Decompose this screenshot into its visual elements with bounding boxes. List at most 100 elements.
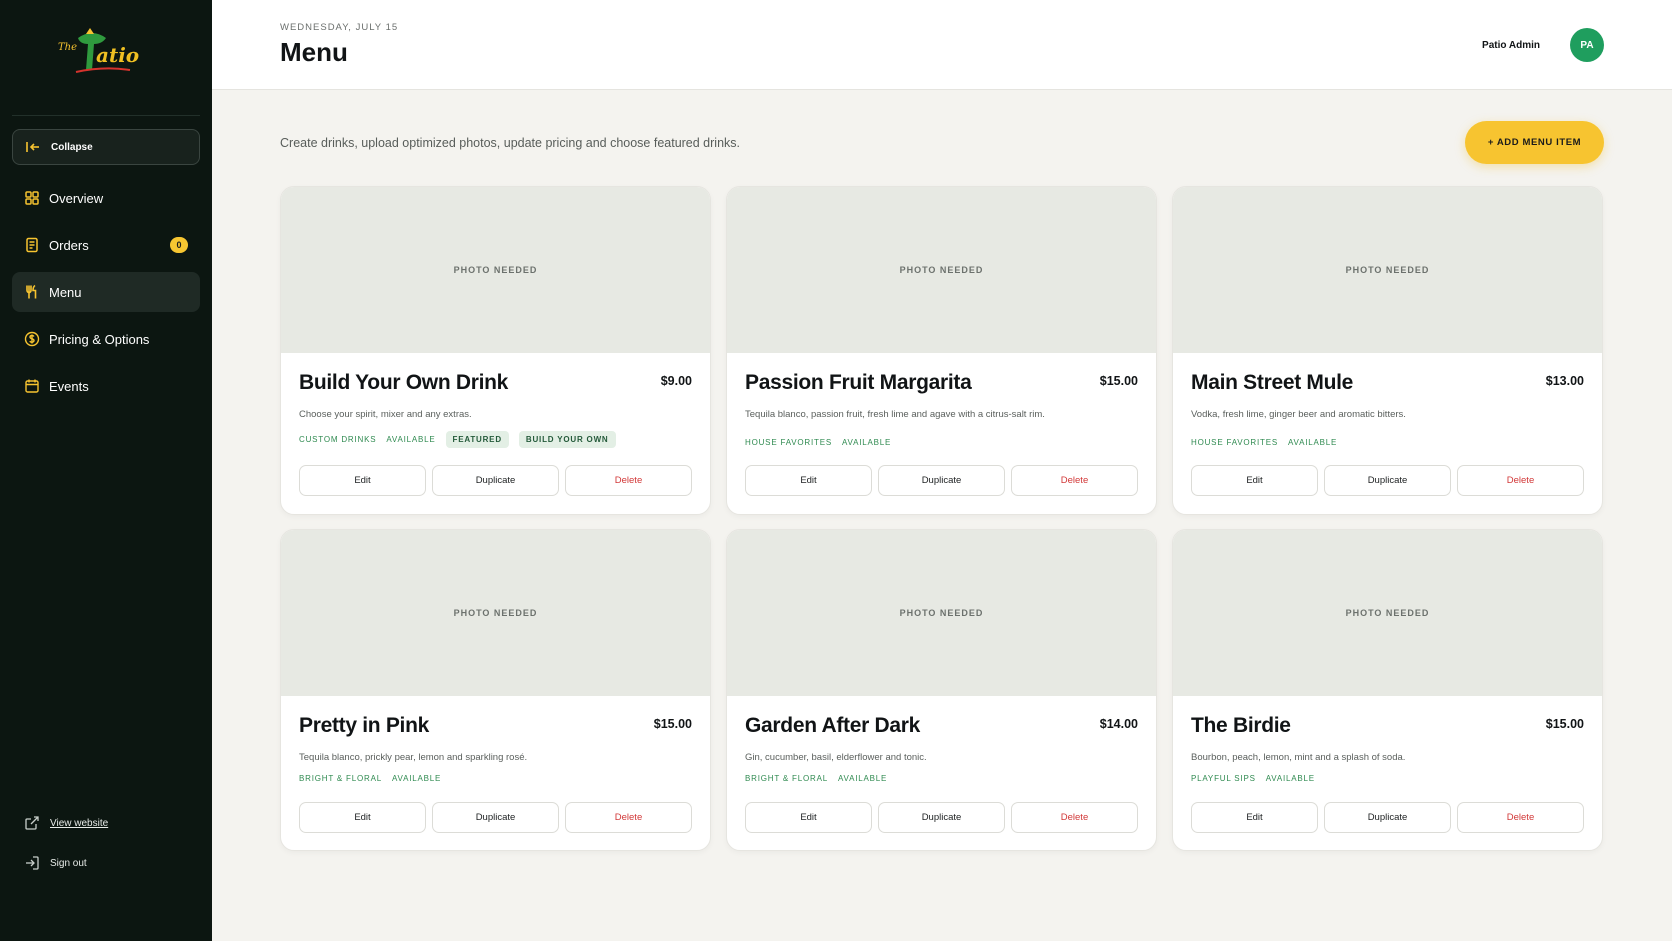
item-name: Build Your Own Drink — [299, 371, 509, 394]
duplicate-button[interactable]: Duplicate — [432, 802, 559, 833]
photo-placeholder[interactable]: PHOTO NEEDED — [1173, 187, 1602, 353]
delete-button[interactable]: Delete — [565, 465, 692, 496]
patio-logo[interactable]: The atio — [56, 24, 144, 84]
external-link-icon — [24, 815, 40, 831]
category-tag: BRIGHT & FLORAL — [745, 774, 828, 783]
item-tags: PLAYFUL SIPS AVAILABLE — [1191, 774, 1315, 783]
category-tag: BRIGHT & FLORAL — [299, 774, 382, 783]
photo-placeholder[interactable]: PHOTO NEEDED — [1173, 530, 1602, 696]
category-tag: PLAYFUL SIPS — [1191, 774, 1256, 783]
edit-button[interactable]: Edit — [1191, 465, 1318, 496]
duplicate-button[interactable]: Duplicate — [1324, 802, 1451, 833]
status-tag: AVAILABLE — [1265, 774, 1315, 783]
status-tag: AVAILABLE — [841, 438, 892, 447]
item-tags: CUSTOM DRINKS AVAILABLE FEATURED BUILD Y… — [299, 431, 616, 448]
delete-button[interactable]: Delete — [1011, 802, 1138, 833]
delete-button[interactable]: Delete — [1457, 802, 1584, 833]
sidebar: The atio Collapse Overview Orders 0 Menu — [0, 0, 212, 941]
orders-count-badge: 0 — [170, 237, 188, 253]
collapse-icon — [25, 139, 41, 155]
dollar-icon — [24, 331, 40, 347]
duplicate-button[interactable]: Duplicate — [878, 465, 1005, 496]
collapse-button[interactable]: Collapse — [12, 129, 200, 165]
menu-item-card: PHOTO NEEDED Pretty in Pink $15.00 Tequi… — [280, 529, 711, 851]
item-tags: HOUSE FAVORITES AVAILABLE — [745, 438, 891, 447]
item-name: Garden After Dark — [745, 714, 921, 737]
edit-button[interactable]: Edit — [299, 802, 426, 833]
menu-item-card: PHOTO NEEDED Passion Fruit Margarita $15… — [726, 186, 1157, 515]
view-website-label: View website — [50, 817, 109, 829]
photo-placeholder[interactable]: PHOTO NEEDED — [281, 187, 710, 353]
edit-button[interactable]: Edit — [1191, 802, 1318, 833]
sidebar-item-label: Overview — [49, 190, 104, 206]
category-tag: CUSTOM DRINKS — [299, 435, 377, 444]
collapse-label: Collapse — [51, 141, 93, 153]
item-price: $14.00 — [1099, 717, 1138, 731]
photo-needed-label: PHOTO NEEDED — [453, 265, 538, 275]
sidebar-item-label: Orders — [49, 237, 89, 253]
item-name: Passion Fruit Margarita — [745, 371, 972, 394]
add-menu-item-button[interactable]: + ADD MENU ITEM — [1465, 121, 1604, 164]
sidebar-item-menu[interactable]: Menu — [12, 272, 200, 312]
current-date: WEDNESDAY, JULY 15 — [280, 22, 399, 33]
item-description: Bourbon, peach, lemon, mint and a splash… — [1191, 752, 1406, 763]
card-actions: Edit Duplicate Delete — [745, 465, 1138, 496]
avatar[interactable]: PA — [1570, 28, 1604, 62]
card-actions: Edit Duplicate Delete — [745, 802, 1138, 833]
menu-item-card: PHOTO NEEDED Main Street Mule $13.00 Vod… — [1172, 186, 1603, 515]
status-tag: AVAILABLE — [1287, 438, 1338, 447]
calendar-icon — [24, 378, 40, 394]
item-name: The Birdie — [1191, 714, 1291, 737]
status-tag: AVAILABLE — [386, 435, 436, 444]
build-your-own-badge: BUILD YOUR OWN — [518, 431, 616, 448]
photo-placeholder[interactable]: PHOTO NEEDED — [281, 530, 710, 696]
grid-icon — [24, 190, 40, 206]
photo-needed-label: PHOTO NEEDED — [899, 608, 984, 618]
category-tag: HOUSE FAVORITES — [1191, 438, 1278, 447]
item-tags: BRIGHT & FLORAL AVAILABLE — [745, 774, 887, 783]
photo-needed-label: PHOTO NEEDED — [1345, 608, 1430, 618]
delete-button[interactable]: Delete — [1457, 465, 1584, 496]
page-header: WEDNESDAY, JULY 15 Menu Patio Admin PA — [212, 0, 1672, 90]
status-tag: AVAILABLE — [391, 774, 442, 783]
edit-button[interactable]: Edit — [745, 465, 872, 496]
card-actions: Edit Duplicate Delete — [1191, 465, 1584, 496]
item-description: Choose your spirit, mixer and any extras… — [299, 409, 472, 420]
sign-out-button[interactable]: Sign out — [24, 855, 87, 871]
view-website-link[interactable]: View website — [24, 815, 108, 831]
item-description: Tequila blanco, prickly pear, lemon and … — [299, 752, 528, 763]
user-name: Patio Admin — [1482, 40, 1540, 51]
item-price: $15.00 — [1099, 374, 1138, 388]
sidebar-item-events[interactable]: Events — [12, 366, 200, 406]
item-name: Pretty in Pink — [299, 714, 430, 737]
sidebar-item-label: Pricing & Options — [49, 331, 150, 347]
photo-placeholder[interactable]: PHOTO NEEDED — [727, 530, 1156, 696]
menu-item-card: PHOTO NEEDED The Birdie $15.00 Bourbon, … — [1172, 529, 1603, 851]
item-price: $13.00 — [1545, 374, 1584, 388]
item-tags: HOUSE FAVORITES AVAILABLE — [1191, 438, 1337, 447]
duplicate-button[interactable]: Duplicate — [432, 465, 559, 496]
sidebar-item-overview[interactable]: Overview — [12, 178, 200, 218]
edit-button[interactable]: Edit — [299, 465, 426, 496]
item-price: $9.00 — [660, 374, 692, 388]
duplicate-button[interactable]: Duplicate — [1324, 465, 1451, 496]
svg-text:atio: atio — [96, 43, 139, 67]
sign-out-icon — [24, 855, 40, 871]
duplicate-button[interactable]: Duplicate — [878, 802, 1005, 833]
sign-out-label: Sign out — [50, 857, 87, 869]
item-description: Gin, cucumber, basil, elderflower and to… — [745, 752, 927, 763]
menu-item-card: PHOTO NEEDED Build Your Own Drink $9.00 … — [280, 186, 711, 515]
page-title: Menu — [280, 37, 348, 67]
menu-item-card: PHOTO NEEDED Garden After Dark $14.00 Gi… — [726, 529, 1157, 851]
status-tag: AVAILABLE — [837, 774, 888, 783]
item-price: $15.00 — [653, 717, 692, 731]
sidebar-item-orders[interactable]: Orders 0 — [12, 225, 200, 265]
sidebar-item-pricing-options[interactable]: Pricing & Options — [12, 319, 200, 359]
delete-button[interactable]: Delete — [1011, 465, 1138, 496]
sidebar-divider — [12, 115, 200, 116]
edit-button[interactable]: Edit — [745, 802, 872, 833]
delete-button[interactable]: Delete — [565, 802, 692, 833]
item-price: $15.00 — [1545, 717, 1584, 731]
card-actions: Edit Duplicate Delete — [299, 465, 692, 496]
photo-placeholder[interactable]: PHOTO NEEDED — [727, 187, 1156, 353]
